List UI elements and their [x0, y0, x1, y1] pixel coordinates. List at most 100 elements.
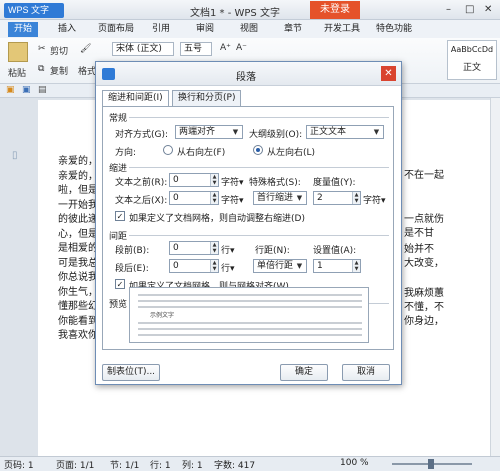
- document-line-fragment: 始并不: [404, 244, 434, 255]
- preview-line: [138, 322, 362, 324]
- indent-before-value: 0: [173, 175, 179, 185]
- tab-special[interactable]: 特色功能: [370, 22, 418, 37]
- document-line-fragment: 我麻烦蕙: [404, 288, 444, 299]
- copy-button[interactable]: 复制: [50, 64, 68, 77]
- cut-button[interactable]: 剪切: [50, 44, 68, 57]
- spin-arrows-icon[interactable]: ▲ ▼: [210, 174, 218, 186]
- shrink-font-icon[interactable]: A⁻: [236, 43, 247, 53]
- tab-home[interactable]: 开始: [8, 22, 39, 37]
- indent-after-label: 文本之后(X):: [115, 196, 168, 206]
- preview-line: [138, 294, 362, 296]
- spacing-before-input[interactable]: 0 ▲ ▼: [169, 241, 219, 255]
- grow-font-icon[interactable]: A⁺: [220, 43, 231, 53]
- tab-stops-button[interactable]: 制表位(T)...: [102, 364, 160, 381]
- vertical-scrollbar[interactable]: [490, 98, 500, 456]
- outline-level-select[interactable]: 正文文本 ▼: [306, 125, 384, 139]
- tab-chapter[interactable]: 章节: [278, 22, 308, 37]
- folder-icon[interactable]: ▣: [6, 85, 15, 95]
- chevron-down-icon: ▼: [296, 262, 303, 270]
- chevron-down-icon: ▼: [296, 194, 303, 202]
- spacing-after-input[interactable]: 0 ▲ ▼: [169, 259, 219, 273]
- spacing-after-unit[interactable]: 行▾: [221, 261, 235, 274]
- style-gallery[interactable]: AaBbCcDd 正文: [447, 40, 497, 80]
- spacing-after-value: 0: [173, 261, 179, 271]
- status-page: 页码: 1: [4, 461, 34, 471]
- document-line: 啦，但是: [58, 185, 98, 196]
- spin-arrows-icon[interactable]: ▲ ▼: [210, 260, 218, 272]
- ltr-label: 从左向右(L): [267, 148, 316, 158]
- document-line: 我喜欢你: [58, 330, 98, 341]
- zoom-slider-handle[interactable]: [428, 459, 434, 469]
- document-line: 一开始我: [58, 199, 98, 211]
- maximize-button[interactable]: □: [465, 4, 474, 15]
- document-line: 你生气，: [58, 286, 98, 298]
- copy-icon: ⧉: [38, 64, 45, 74]
- tab-page-layout[interactable]: 页面布局: [92, 22, 140, 37]
- tab-references[interactable]: 引用: [146, 22, 176, 37]
- document-line: 亲爱的，: [58, 170, 98, 182]
- measure-unit[interactable]: 字符▾: [363, 193, 386, 206]
- tab-view[interactable]: 视图: [234, 22, 264, 37]
- spacing-before-value: 0: [173, 243, 179, 253]
- indent-after-input[interactable]: 0 ▲ ▼: [169, 191, 219, 205]
- brush-icon: 🖌: [80, 44, 92, 54]
- cancel-button[interactable]: 取消: [342, 364, 390, 381]
- indent-after-unit[interactable]: 字符▾: [221, 193, 244, 206]
- spacing-section-title: 间距: [109, 232, 128, 242]
- document-line-fragment: 一点就伤: [404, 214, 444, 225]
- spin-arrows-icon[interactable]: ▲ ▼: [352, 192, 360, 204]
- ok-button[interactable]: 确定: [280, 364, 328, 381]
- setting-value-input[interactable]: 1 ▲ ▼: [313, 259, 361, 273]
- measure-label: 度量值(Y):: [313, 178, 356, 188]
- font-name-select[interactable]: 宋体 (正文): [112, 42, 174, 56]
- paste-icon[interactable]: [8, 42, 28, 62]
- zoom-level: 100 %: [340, 458, 369, 468]
- auto-adjust-checkbox[interactable]: ✓: [115, 211, 125, 221]
- tab-indent-spacing[interactable]: 缩进和间距(I): [102, 90, 169, 107]
- dialog-close-button[interactable]: ✕: [381, 66, 396, 81]
- style-preview: AaBbCcDd: [450, 45, 494, 54]
- tab-review[interactable]: 审阅: [190, 22, 220, 37]
- section-divider: [129, 117, 389, 118]
- spin-arrows-icon[interactable]: ▲ ▼: [210, 192, 218, 204]
- indent-before-unit[interactable]: 字符▾: [221, 175, 244, 188]
- setting-value-value: 1: [317, 261, 323, 271]
- preview-sample-text: 示例文字: [150, 312, 175, 319]
- status-line: 行: 1: [150, 461, 171, 471]
- login-button[interactable]: 未登录: [310, 1, 360, 19]
- rtl-radio[interactable]: [163, 145, 173, 155]
- minimize-button[interactable]: –: [446, 4, 451, 15]
- alignment-select[interactable]: 两端对齐 ▼: [175, 125, 243, 139]
- print-icon[interactable]: ▤: [38, 85, 47, 95]
- close-window-button[interactable]: ✕: [484, 4, 492, 15]
- document-line-fragment: 你身边，: [404, 316, 444, 327]
- snap-to-grid-checkbox[interactable]: ✓: [115, 279, 125, 289]
- ltr-radio[interactable]: [253, 145, 263, 155]
- tab-developer[interactable]: 开发工具: [318, 22, 366, 37]
- measure-input[interactable]: 2 ▲ ▼: [313, 191, 361, 205]
- indent-before-input[interactable]: 0 ▲ ▼: [169, 173, 219, 187]
- paragraph-dialog: 段落 ✕ 缩进和间距(I) 换行和分页(P) 常规 对齐方式(G): 两端对齐 ▼…: [95, 61, 402, 385]
- tab-insert[interactable]: 插入: [52, 22, 82, 37]
- paste-button[interactable]: 粘贴: [8, 66, 26, 79]
- line-spacing-select[interactable]: 单倍行距 ▼: [253, 259, 307, 273]
- outline-level-value: 正文文本: [310, 127, 347, 137]
- status-pages: 页面: 1/1: [56, 461, 95, 471]
- tab-line-page-breaks[interactable]: 换行和分页(P): [172, 90, 242, 106]
- spacing-before-unit[interactable]: 行▾: [221, 243, 235, 256]
- save-icon[interactable]: ▣: [22, 85, 31, 95]
- document-line: 是相爱的: [58, 243, 98, 254]
- alignment-value: 两端对齐: [179, 127, 216, 137]
- outline-level-label: 大纲级别(O):: [249, 130, 303, 140]
- special-format-label: 特殊格式(S):: [249, 178, 301, 188]
- app-menu-button[interactable]: WPS 文字: [4, 3, 64, 18]
- spin-arrows-icon[interactable]: ▲ ▼: [210, 242, 218, 254]
- document-line-fragment: 是不甘: [404, 228, 434, 239]
- preview-box: 示例文字: [129, 287, 369, 343]
- font-size-select[interactable]: 五号: [180, 42, 212, 56]
- spin-arrows-icon[interactable]: ▲ ▼: [352, 260, 360, 272]
- preview-section-title: 预览: [109, 300, 128, 310]
- special-format-select[interactable]: 首行缩进 ▼: [253, 191, 307, 205]
- preview-line: [138, 334, 362, 336]
- measure-value: 2: [317, 193, 323, 203]
